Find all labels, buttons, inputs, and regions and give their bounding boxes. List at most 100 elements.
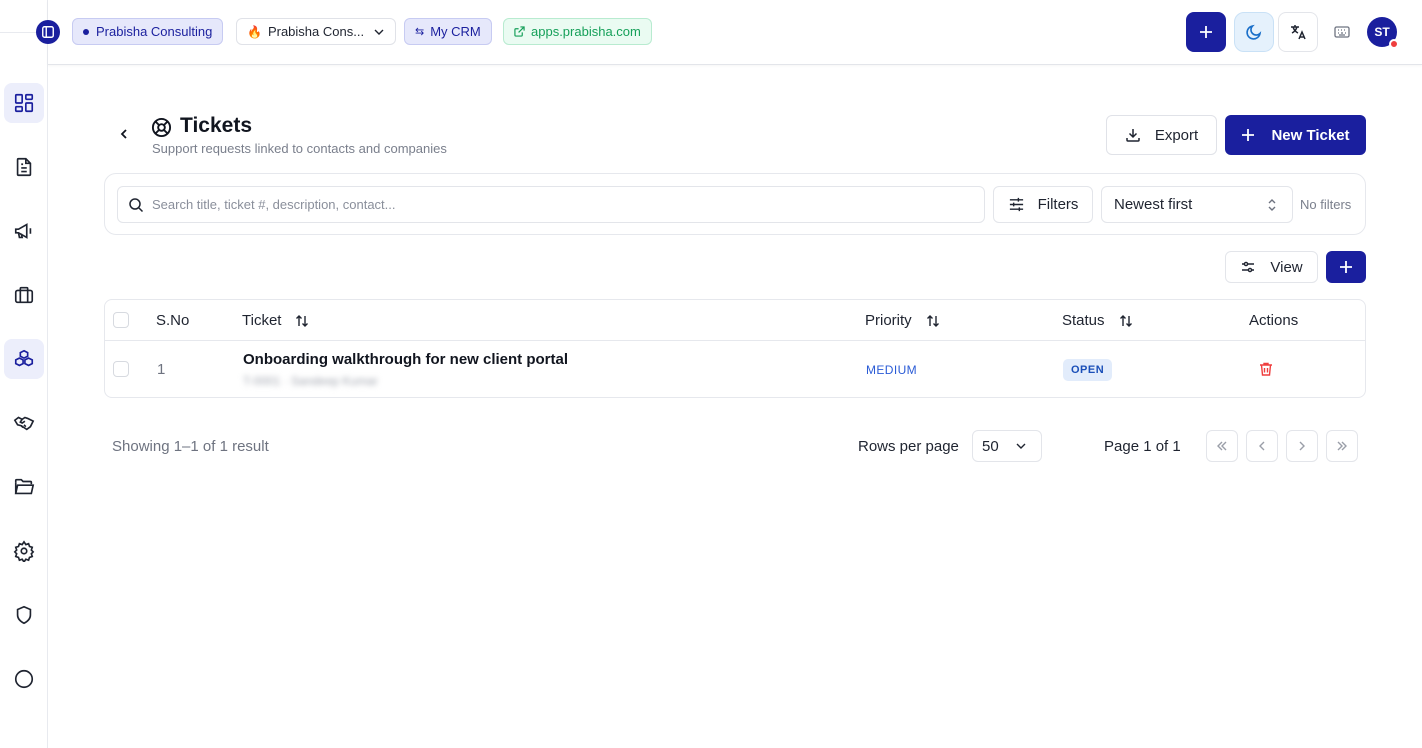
new-ticket-button[interactable]: New Ticket bbox=[1225, 115, 1366, 155]
column-header-sno: S.No bbox=[156, 312, 189, 329]
plus-icon bbox=[1340, 261, 1352, 273]
crm-name: My CRM bbox=[430, 24, 481, 39]
app-link-text: apps.prabisha.com bbox=[531, 24, 641, 39]
gear-icon bbox=[13, 540, 35, 562]
next-page-button[interactable] bbox=[1286, 430, 1318, 462]
sidebar-item-dashboard[interactable] bbox=[4, 83, 44, 123]
filters-label: Filters bbox=[1037, 196, 1079, 213]
ticket-title[interactable]: Onboarding walkthrough for new client po… bbox=[243, 351, 568, 368]
chevron-left-icon bbox=[120, 129, 127, 139]
sort-value: Newest first bbox=[1114, 196, 1193, 213]
chevron-down-icon bbox=[374, 29, 384, 35]
sidebar-item-campaigns[interactable] bbox=[4, 211, 44, 251]
sidebar-item-products[interactable] bbox=[4, 339, 44, 379]
column-label: Actions bbox=[1249, 312, 1299, 329]
app-link-chip[interactable]: apps.prabisha.com bbox=[503, 18, 652, 45]
chevrons-left-icon bbox=[1217, 441, 1227, 451]
rows-per-page-label: Rows per page bbox=[858, 438, 959, 455]
sidebar-item-documents[interactable] bbox=[4, 147, 44, 187]
select-all-checkbox[interactable] bbox=[113, 312, 129, 328]
chevron-updown-icon bbox=[1268, 198, 1276, 211]
results-summary: Showing 1–1 of 1 result bbox=[112, 438, 269, 455]
first-page-button[interactable] bbox=[1206, 430, 1238, 462]
switch-arrows-icon: ⇆ bbox=[415, 26, 425, 38]
back-button[interactable] bbox=[114, 124, 134, 144]
sidebar-item-settings[interactable] bbox=[4, 531, 44, 571]
sidebar-item-deals[interactable] bbox=[4, 403, 44, 443]
settings-sliders-icon bbox=[1242, 261, 1255, 273]
column-header-ticket[interactable]: Ticket bbox=[242, 312, 309, 329]
workspace-name: Prabisha Cons... bbox=[267, 24, 365, 39]
handshake-icon bbox=[13, 416, 35, 431]
ticket-meta: T-0001 · Sandeep Kumar bbox=[243, 374, 378, 388]
plus-icon bbox=[1200, 26, 1212, 38]
rows-per-page-value: 50 bbox=[982, 437, 999, 455]
org-dot-icon bbox=[83, 28, 89, 35]
download-icon bbox=[1126, 129, 1140, 142]
column-label: S.No bbox=[156, 312, 190, 329]
search-icon bbox=[129, 197, 144, 212]
sort-arrows-icon bbox=[926, 314, 939, 327]
circle-icon bbox=[14, 669, 34, 689]
view-options-button[interactable]: View bbox=[1225, 251, 1318, 283]
dashboard-icon bbox=[14, 93, 34, 113]
previous-page-button[interactable] bbox=[1246, 430, 1278, 462]
chevron-right-icon bbox=[1299, 441, 1305, 451]
view-label: View bbox=[1270, 258, 1303, 276]
search-input[interactable] bbox=[152, 197, 972, 212]
lifebuoy-icon bbox=[151, 117, 172, 138]
column-header-priority[interactable]: Priority bbox=[865, 312, 940, 329]
shield-icon bbox=[16, 605, 32, 625]
sidebar-toggle-button[interactable] bbox=[36, 20, 60, 44]
megaphone-icon bbox=[14, 223, 32, 239]
export-label: Export bbox=[1154, 126, 1199, 144]
row-sno: 1 bbox=[157, 361, 166, 378]
sliders-icon bbox=[1009, 197, 1023, 212]
sidebar-item-companies[interactable] bbox=[4, 275, 44, 315]
sort-arrows-icon bbox=[296, 314, 309, 327]
filters-button[interactable]: Filters bbox=[993, 186, 1093, 223]
flame-icon: 🔥 bbox=[247, 24, 262, 39]
export-button[interactable]: Export bbox=[1106, 115, 1217, 155]
filter-panel: Filters Newest first No filters bbox=[104, 173, 1366, 235]
document-icon bbox=[16, 157, 32, 177]
folder-icon bbox=[14, 478, 35, 495]
top-header: Prabisha Consulting 🔥 Prabisha Cons... ⇆… bbox=[48, 0, 1422, 65]
organization-chip[interactable]: Prabisha Consulting bbox=[72, 18, 224, 45]
chevron-left-icon bbox=[1259, 441, 1265, 451]
boxes-icon bbox=[14, 349, 34, 367]
table-header: S.No Ticket Priority Status Actions bbox=[105, 300, 1365, 341]
keyboard-shortcuts-button[interactable] bbox=[1322, 12, 1362, 52]
last-page-button[interactable] bbox=[1326, 430, 1358, 462]
organization-name: Prabisha Consulting bbox=[96, 24, 213, 39]
new-ticket-label: New Ticket bbox=[1271, 126, 1350, 144]
sidebar-item-profile[interactable] bbox=[4, 659, 44, 699]
row-checkbox[interactable] bbox=[113, 361, 129, 377]
translate-icon bbox=[1291, 25, 1306, 40]
column-header-status[interactable]: Status bbox=[1062, 312, 1133, 329]
column-label: Priority bbox=[865, 312, 912, 329]
column-label: Ticket bbox=[242, 312, 282, 329]
chevron-down-icon bbox=[1016, 443, 1026, 449]
tickets-table: S.No Ticket Priority Status Actions 1 On… bbox=[104, 299, 1366, 398]
search-box bbox=[117, 186, 985, 223]
workspace-select[interactable]: 🔥 Prabisha Cons... bbox=[236, 18, 396, 45]
quick-add-button[interactable] bbox=[1186, 12, 1226, 52]
sidebar-item-files[interactable] bbox=[4, 467, 44, 507]
column-label: Status bbox=[1062, 312, 1105, 329]
add-column-button[interactable] bbox=[1326, 251, 1366, 283]
status-badge: OPEN bbox=[1063, 359, 1113, 381]
language-button[interactable] bbox=[1278, 12, 1318, 52]
filter-status-text: No filters bbox=[1300, 197, 1352, 212]
sidebar-panel-icon bbox=[42, 26, 54, 38]
sidebar bbox=[0, 0, 48, 748]
sidebar-item-security[interactable] bbox=[4, 595, 44, 635]
theme-toggle-button[interactable] bbox=[1234, 12, 1274, 52]
crm-switch-chip[interactable]: ⇆ My CRM bbox=[404, 18, 492, 45]
chevrons-right-icon bbox=[1337, 441, 1347, 451]
page-subtitle: Support requests linked to contacts and … bbox=[152, 141, 447, 156]
trash-icon[interactable] bbox=[1258, 361, 1274, 377]
notification-dot bbox=[1389, 39, 1399, 49]
rows-per-page-select[interactable]: 50 bbox=[972, 430, 1042, 462]
sort-select[interactable]: Newest first bbox=[1101, 186, 1293, 223]
